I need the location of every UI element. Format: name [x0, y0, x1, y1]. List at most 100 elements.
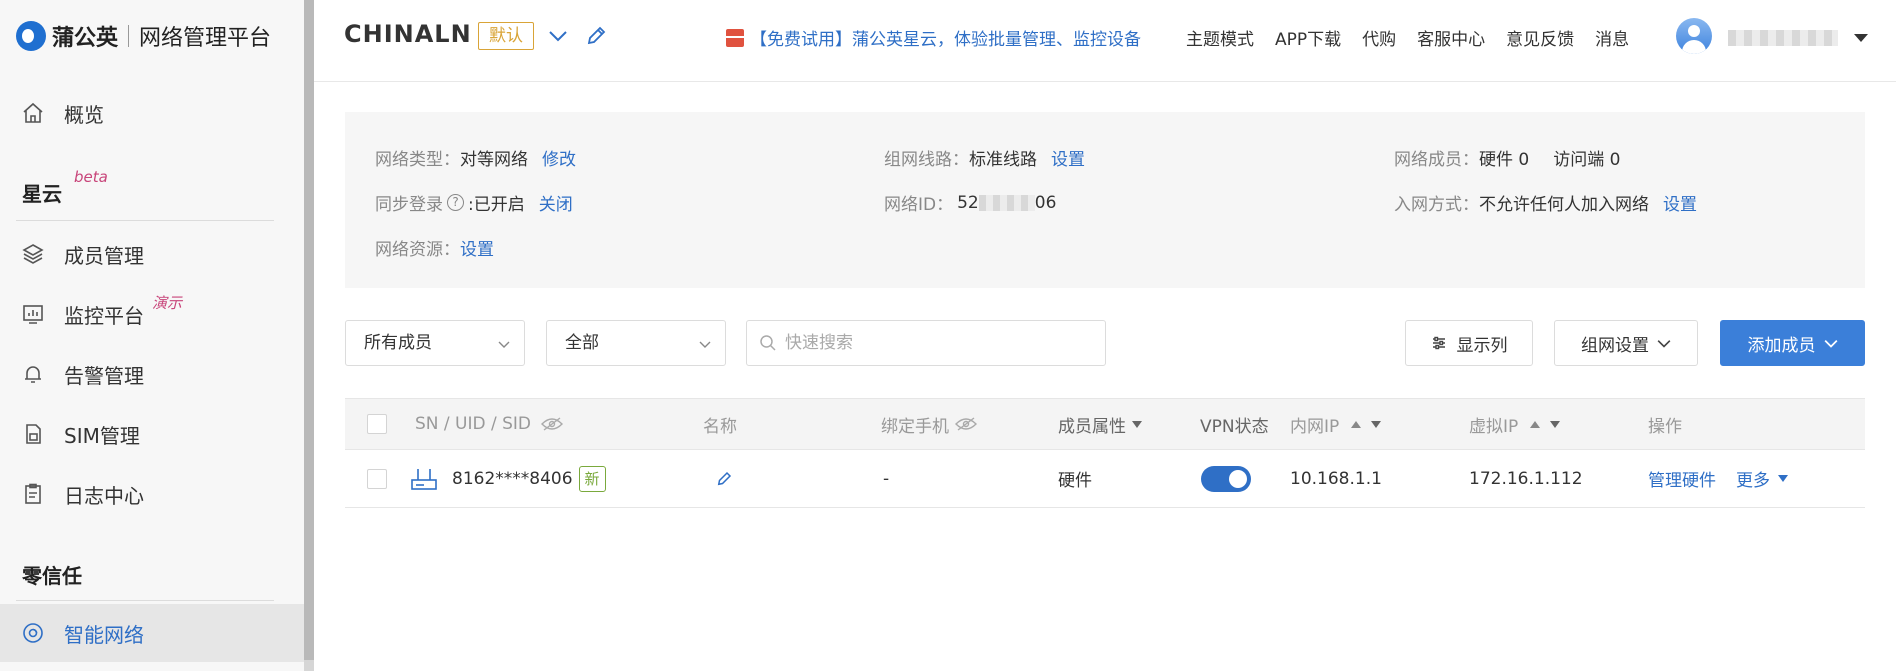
header-link-app-download[interactable]: APP下载	[1275, 25, 1341, 50]
user-menu-caret-icon[interactable]	[1854, 34, 1868, 42]
network-type-row: 网络类型： 对等网络 修改	[375, 145, 576, 170]
network-name: CHINALN	[344, 20, 472, 48]
row-lan-ip-cell: 10.168.1.1	[1290, 450, 1382, 507]
join-method-settings-link[interactable]: 设置	[1663, 190, 1697, 215]
promo-link[interactable]: 【免费试用】蒲公英星云，体验批量管理、监控设备	[726, 25, 1141, 50]
section-title-xingyun: 星云	[22, 182, 62, 206]
more-actions-link[interactable]: 更多	[1736, 466, 1770, 491]
sidebar-item-label: 监控平台	[64, 303, 144, 328]
chevron-down-icon	[1657, 340, 1671, 348]
column-header-virtual-ip[interactable]: 虚拟IP	[1469, 399, 1561, 449]
monitor-chart-icon	[20, 301, 46, 327]
help-question-icon[interactable]: ?	[447, 194, 464, 211]
network-id-suffix: 06	[1034, 192, 1057, 213]
section-divider	[16, 600, 274, 601]
route-value: 标准线路	[969, 150, 1037, 170]
section-title-zero-trust: 零信任	[22, 564, 82, 588]
row-vpn-cell	[1201, 450, 1251, 507]
header-link-theme[interactable]: 主题模式	[1186, 25, 1254, 50]
search-box[interactable]	[746, 320, 1106, 366]
add-member-button[interactable]: 添加成员	[1720, 320, 1865, 366]
select-all-checkbox[interactable]	[367, 414, 387, 434]
logo[interactable]: 蒲公英 网络管理平台	[16, 18, 271, 54]
column-header-vpn: VPN状态	[1200, 399, 1269, 449]
header-link-messages[interactable]: 消息	[1595, 25, 1629, 50]
avatar[interactable]	[1676, 18, 1712, 54]
sort-desc-icon[interactable]	[1371, 420, 1382, 428]
sidebar-item-members[interactable]: 成员管理	[0, 225, 304, 283]
sidebar-item-logs[interactable]: 日志中心	[0, 465, 304, 523]
network-resource-row: 网络资源： 设置	[375, 235, 494, 260]
members-label: 网络成员：	[1394, 150, 1479, 170]
status-filter-select[interactable]: 全部	[546, 320, 726, 366]
eye-hidden-icon[interactable]	[541, 417, 564, 431]
layers-icon	[20, 241, 46, 267]
sidebar-item-alerts[interactable]: 告警管理	[0, 345, 304, 403]
filter-caret-icon[interactable]	[1132, 420, 1142, 428]
network-resource-label: 网络资源：	[375, 240, 460, 260]
sort-asc-icon[interactable]	[1351, 420, 1362, 428]
header-link-feedback[interactable]: 意见反馈	[1506, 25, 1574, 50]
sidebar-item-smart-network[interactable]: 智能网络	[0, 604, 304, 662]
column-header-attr-label: 成员属性	[1058, 416, 1126, 437]
column-header-attr[interactable]: 成员属性	[1058, 399, 1142, 449]
modify-network-type-link[interactable]: 修改	[542, 145, 576, 170]
sync-login-row: 同步登录 ? :已开启 关闭	[375, 190, 573, 215]
scrollbar-thumb[interactable]	[304, 0, 314, 660]
row-checkbox[interactable]	[367, 468, 387, 489]
column-header-name-label: 名称	[703, 416, 737, 437]
column-header-sn-label: SN / UID / SID	[415, 414, 532, 434]
section-divider	[16, 220, 274, 221]
table-row: 8162****8406 新 - 硬件 10.168.1.1 172.16.1.…	[345, 450, 1865, 508]
clipboard-icon	[20, 481, 46, 507]
column-header-vpn-label: VPN状态	[1200, 416, 1269, 437]
display-columns-button[interactable]: 显示列	[1405, 320, 1533, 366]
sort-asc-icon[interactable]	[1530, 420, 1541, 428]
eye-hidden-icon[interactable]	[955, 417, 977, 431]
sidebar-item-overview[interactable]: 概览	[0, 84, 304, 142]
row-sn: 8162****8406	[452, 468, 573, 489]
column-header-lan-ip[interactable]: 内网IP	[1290, 399, 1382, 449]
more-caret-icon[interactable]	[1778, 475, 1788, 482]
sidebar-scrollbar[interactable]	[304, 0, 314, 671]
promo-text: 【免费试用】蒲公英星云，体验批量管理、监控设备	[750, 30, 1141, 50]
logo-brand: 蒲公英	[52, 26, 119, 51]
chevron-down-icon	[1824, 340, 1837, 348]
member-filter-select[interactable]: 所有成员	[345, 320, 525, 366]
members-visitor-count: 访问端 0	[1553, 150, 1621, 170]
join-method-row: 入网方式： 不允许任何人加入网络 设置	[1394, 190, 1697, 215]
disable-sync-login-link[interactable]: 关闭	[539, 190, 573, 215]
search-icon	[760, 335, 776, 351]
sidebar-item-label: 智能网络	[64, 622, 144, 647]
network-info-panel: 网络类型： 对等网络 修改 组网线路： 标准线路 设置 网络成员： 硬件 0 访…	[345, 112, 1865, 288]
username-redacted[interactable]	[1728, 30, 1838, 46]
vpn-toggle[interactable]	[1201, 465, 1251, 492]
chevron-down-icon	[498, 341, 510, 348]
header-link-purchase[interactable]: 代购	[1362, 25, 1396, 50]
edit-network-pencil-icon[interactable]	[584, 24, 608, 48]
row-attr-cell: 硬件	[1058, 450, 1092, 507]
sidebar-item-label: SIM管理	[64, 423, 140, 448]
network-resource-settings-link[interactable]: 设置	[460, 235, 494, 260]
row-name-cell	[715, 450, 733, 507]
network-switch-chevron-icon[interactable]	[546, 24, 570, 48]
search-input[interactable]	[785, 333, 1085, 353]
table-header: SN / UID / SID 名称 绑定手机 成员属性 VPN状态 内网IP 虚…	[345, 398, 1865, 450]
edit-name-pencil-icon[interactable]	[715, 470, 733, 488]
network-id-row: 网络ID： 52 06	[884, 190, 1057, 216]
gift-icon	[726, 28, 744, 47]
manage-hardware-link[interactable]: 管理硬件	[1648, 466, 1716, 491]
member-filter-value: 所有成员	[364, 333, 432, 353]
header-link-support[interactable]: 客服中心	[1417, 25, 1485, 50]
router-icon	[411, 468, 437, 490]
sidebar-item-sim[interactable]: SIM管理	[0, 405, 304, 463]
network-settings-button[interactable]: 组网设置	[1554, 320, 1698, 366]
column-header-phone-label: 绑定手机	[881, 416, 949, 437]
header-links: 主题模式 APP下载 代购 客服中心 意见反馈 消息	[1186, 25, 1650, 50]
sidebar-item-label: 成员管理	[64, 243, 144, 268]
sort-desc-icon[interactable]	[1550, 420, 1561, 428]
display-columns-label: 显示列	[1456, 335, 1508, 356]
row-phone-cell: -	[883, 450, 889, 507]
network-id-prefix: 52	[957, 192, 979, 213]
route-settings-link[interactable]: 设置	[1051, 145, 1085, 170]
